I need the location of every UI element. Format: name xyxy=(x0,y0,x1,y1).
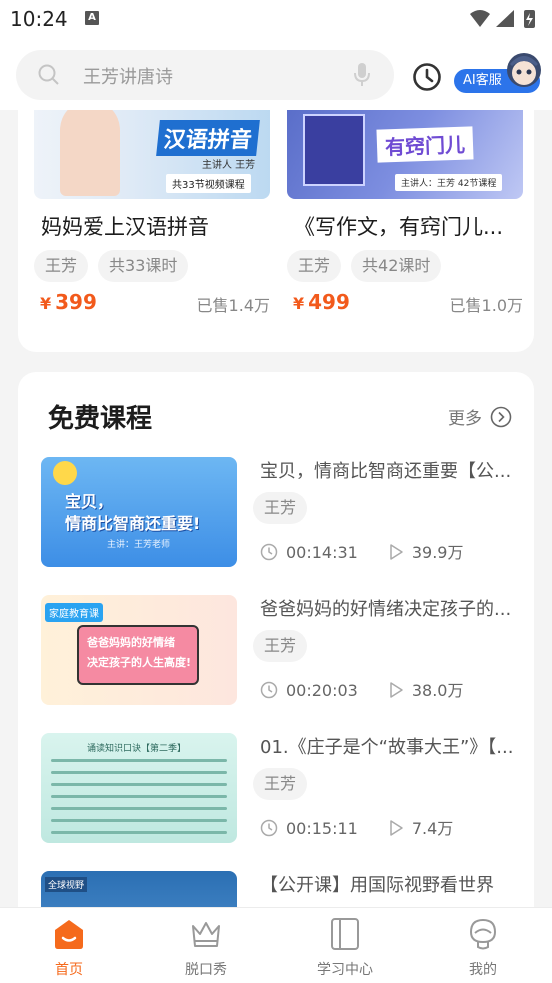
lessons-tag: 共42课时 xyxy=(351,250,442,282)
ai-assistant-avatar-icon xyxy=(507,53,541,87)
home-icon xyxy=(55,920,83,949)
course-thumbnail: 家庭教育课 爸爸妈妈的好情绪 决定孩子的人生高度! xyxy=(41,595,237,705)
sold-count: 已售1.4万 xyxy=(196,296,270,315)
course-title: 《写作文，有窍门儿... xyxy=(294,215,504,239)
play-count: 7.4万 xyxy=(411,819,454,838)
notification-icon: A xyxy=(85,11,99,25)
thumbnail-presenter: 主讲人：王芳 42节课程 xyxy=(395,174,503,191)
course-meta: 00:15:11 7.4万 xyxy=(260,815,453,839)
crown-icon xyxy=(192,922,220,947)
course-title: 爸爸妈妈的好情绪决定孩子的... xyxy=(260,599,512,620)
play-count: 39.9万 xyxy=(411,543,464,562)
nav-learning-center[interactable]: 学习中心 xyxy=(290,908,400,983)
book-cover-image xyxy=(303,114,365,186)
system-status-icons xyxy=(470,10,535,28)
duration: 00:14:31 xyxy=(286,543,358,562)
status-time: 10:24 xyxy=(10,7,68,31)
paid-courses-card: 汉语拼音 主讲人 王芳 共33节视频课程 妈妈爱上汉语拼音 王芳 共33课时 ¥3… xyxy=(18,110,534,352)
nav-profile[interactable]: 我的 xyxy=(428,908,538,983)
course-thumbnail: 有窍门儿 主讲人：王芳 42节课程 xyxy=(287,110,523,199)
course-thumbnail: 宝贝， 情商比智商还重要! 主讲：王芳老师 xyxy=(41,457,237,567)
more-button[interactable]: 更多 xyxy=(448,404,512,430)
search-bar[interactable]: 王芳讲唐诗 xyxy=(16,50,394,100)
paid-course-card[interactable]: 有窍门儿 主讲人：王芳 42节课程 《写作文，有窍门儿... 王芳 共42课时 ¥… xyxy=(287,110,523,320)
thumbnail-presenter: 主讲人 王芳 xyxy=(202,160,256,171)
sun-decoration xyxy=(53,461,77,485)
duration: 00:20:03 xyxy=(286,681,358,700)
nav-talk-show[interactable]: 脱口秀 xyxy=(151,908,261,983)
clock-icon xyxy=(260,681,278,699)
thumbnail-title: 爸爸妈妈的好情绪 决定孩子的人生高度! xyxy=(87,636,192,669)
chevron-right-circle-icon xyxy=(490,406,512,427)
course-title: 01.《庄子是个“故事大王”》【... xyxy=(260,737,514,758)
teacher-tag: 王芳 xyxy=(253,630,308,662)
course-thumbnail: 诵读知识口诀【第二季】 xyxy=(41,733,237,843)
status-bar: 10:24 A xyxy=(0,0,552,38)
ai-service-button[interactable]: AI客服 xyxy=(454,50,544,96)
course-thumbnail: 汉语拼音 主讲人 王芳 共33节视频课程 xyxy=(34,110,270,199)
wifi-icon xyxy=(470,10,490,27)
sold-count: 已售1.0万 xyxy=(449,296,523,315)
lessons-tag: 共33课时 xyxy=(98,250,189,282)
teacher-tag: 王芳 xyxy=(287,250,342,282)
currency-symbol: ¥ xyxy=(293,294,305,313)
clock-icon xyxy=(260,543,278,561)
thumbnail-tag: 家庭教育课 xyxy=(45,603,103,622)
search-placeholder: 王芳讲唐诗 xyxy=(83,67,173,88)
course-title: 妈妈爱上汉语拼音 xyxy=(41,215,209,239)
thumbnail-title: 宝贝， 情商比智商还重要! xyxy=(65,492,201,533)
book-icon xyxy=(331,918,359,950)
thumbnail-title: 全球视野 xyxy=(45,877,88,892)
profile-icon xyxy=(469,918,497,950)
play-count: 38.0万 xyxy=(411,681,464,700)
play-icon xyxy=(390,820,403,836)
course-price: ¥399 xyxy=(40,290,97,314)
course-meta: 00:20:03 38.0万 xyxy=(260,677,464,701)
thumbnail-title: 汉语拼音 xyxy=(156,120,260,156)
history-clock-icon[interactable] xyxy=(412,62,442,92)
clock-icon xyxy=(260,819,278,837)
free-courses-card: 免费课程 更多 宝贝， 情商比智商还重要! 主讲：王芳老师 宝贝，情商比智商还重… xyxy=(18,372,534,932)
play-icon xyxy=(390,544,403,560)
search-icon xyxy=(38,64,59,85)
presenter-photo xyxy=(60,110,120,196)
teacher-tag: 王芳 xyxy=(253,768,308,800)
thumbnail-title: 有窍门儿 xyxy=(376,126,474,163)
paid-course-card[interactable]: 汉语拼音 主讲人 王芳 共33节视频课程 妈妈爱上汉语拼音 王芳 共33课时 ¥3… xyxy=(34,110,270,320)
thumbnail-title: 诵读知识口诀【第二季】 xyxy=(87,744,187,754)
bottom-navigation: 首页 脱口秀 学习中心 我的 xyxy=(0,907,552,983)
more-label: 更多 xyxy=(448,409,482,429)
price-value: 499 xyxy=(308,290,350,314)
free-course-item[interactable]: 诵读知识口诀【第二季】 01.《庄子是个“故事大王”》【... 王芳 00:15… xyxy=(41,733,521,843)
nav-label: 学习中心 xyxy=(317,962,373,978)
course-title: 【公开课】用国际视野看世界 xyxy=(260,875,494,896)
free-course-item[interactable]: 家庭教育课 爸爸妈妈的好情绪 决定孩子的人生高度! 爸爸妈妈的好情绪决定孩子的.… xyxy=(41,595,521,705)
teacher-tag: 王芳 xyxy=(253,492,308,524)
thumbnail-text-lines xyxy=(51,759,227,843)
nav-home[interactable]: 首页 xyxy=(14,908,124,983)
course-title: 宝贝，情商比智商还重要【公... xyxy=(260,461,512,482)
duration: 00:15:11 xyxy=(286,819,358,838)
top-header: 王芳讲唐诗 AI客服 xyxy=(0,38,552,110)
microphone-icon[interactable] xyxy=(352,62,372,88)
teacher-tag: 王芳 xyxy=(34,250,89,282)
nav-label: 脱口秀 xyxy=(185,962,227,978)
currency-symbol: ¥ xyxy=(40,294,52,313)
price-value: 399 xyxy=(55,290,97,314)
thumbnail-episodes: 共33节视频课程 xyxy=(166,174,251,193)
play-icon xyxy=(390,682,403,698)
nav-label: 首页 xyxy=(55,962,83,978)
course-meta: 00:14:31 39.9万 xyxy=(260,539,464,563)
free-course-item[interactable]: 宝贝， 情商比智商还重要! 主讲：王芳老师 宝贝，情商比智商还重要【公... 王… xyxy=(41,457,521,567)
thumbnail-presenter: 主讲：王芳老师 xyxy=(107,540,171,550)
course-price: ¥499 xyxy=(293,290,350,314)
signal-icon xyxy=(496,10,514,27)
nav-label: 我的 xyxy=(469,962,497,978)
section-title: 免费课程 xyxy=(48,404,153,434)
